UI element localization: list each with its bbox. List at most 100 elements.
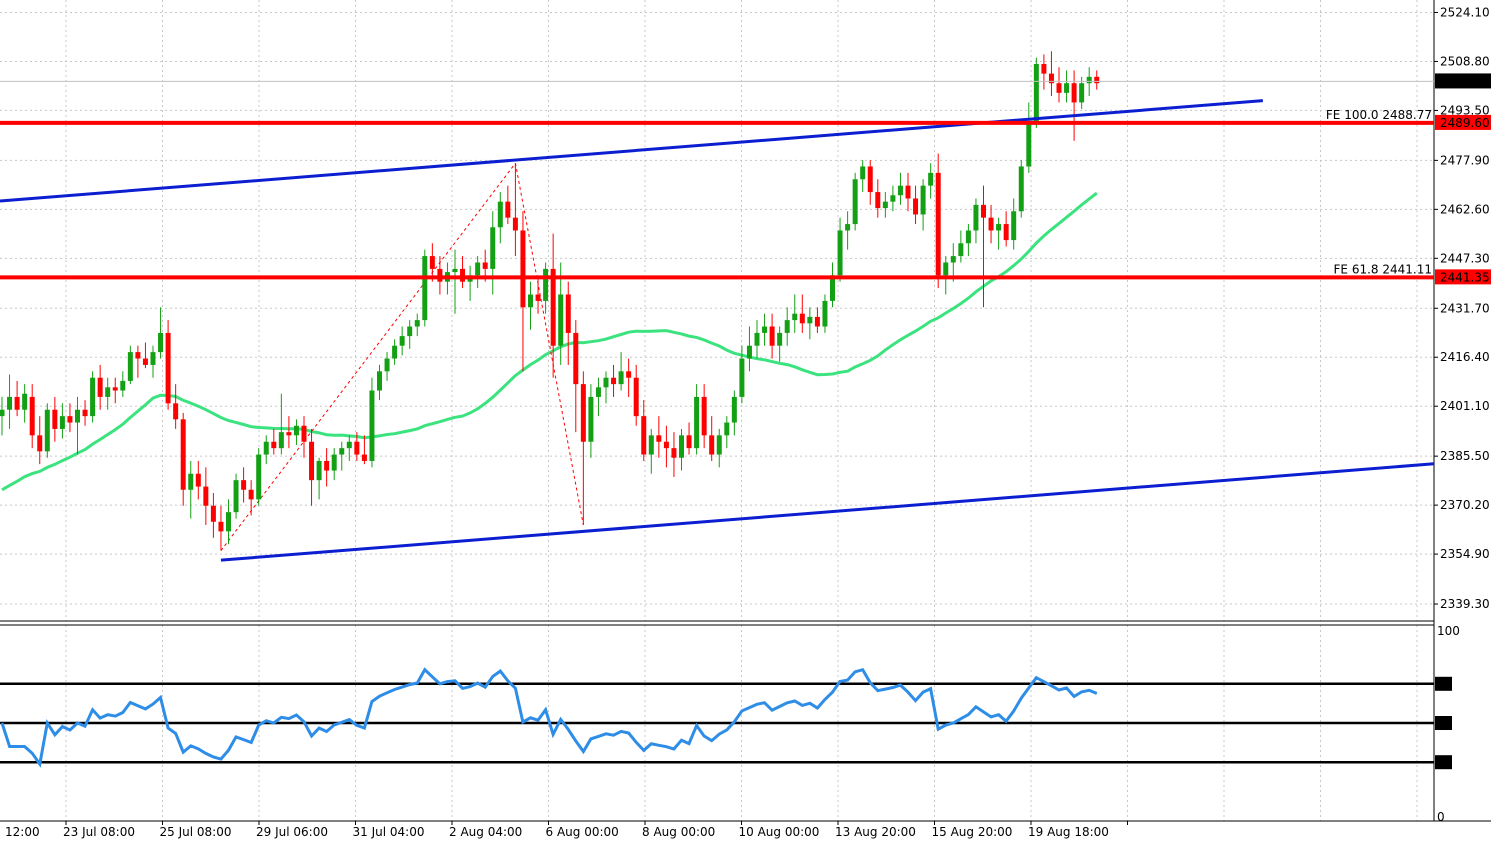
candle-body — [663, 441, 669, 449]
candle-body — [241, 480, 247, 490]
candle-body — [935, 172, 941, 276]
candle-body — [392, 345, 398, 359]
candle-body — [973, 204, 979, 231]
candle-body — [233, 480, 239, 513]
candle-body — [90, 377, 96, 417]
candle-body — [407, 326, 413, 337]
candle-body — [641, 416, 647, 455]
candle-body — [543, 268, 549, 301]
candle-body — [996, 224, 1002, 231]
price-tick-label: 2354.90 — [1440, 547, 1490, 561]
candle-body — [324, 460, 330, 471]
candle-body — [188, 473, 194, 490]
time-tick-label: 6 Aug 00:00 — [546, 825, 619, 839]
price-tick-label: 2401.10 — [1440, 399, 1490, 413]
fe-level-label: FE 100.0 2488.77 — [1326, 108, 1432, 122]
chart-background — [0, 0, 1491, 846]
candle-body — [309, 441, 315, 481]
candle-body — [709, 435, 715, 455]
candle-body — [422, 256, 428, 321]
candle-body — [256, 454, 262, 500]
candle-body — [528, 294, 533, 308]
candle-body — [452, 268, 458, 273]
candle-body — [588, 396, 594, 442]
candle-body — [1026, 121, 1032, 167]
candle-body — [135, 352, 141, 359]
candle-body — [1064, 83, 1070, 93]
candle-body — [965, 230, 971, 244]
candle-body — [686, 435, 692, 449]
price-tick-label: 2416.40 — [1440, 350, 1490, 364]
candle-body — [22, 393, 28, 410]
candle-body — [278, 432, 284, 449]
candle-body — [482, 262, 488, 269]
candle-body — [1003, 224, 1009, 241]
candle-body — [671, 448, 677, 458]
candle-body — [1011, 211, 1017, 241]
candle-body — [784, 320, 790, 333]
candle-body — [14, 396, 20, 410]
candle-body — [943, 262, 949, 276]
candle-body — [897, 185, 903, 196]
price-tick-label: 2447.30 — [1440, 251, 1490, 265]
candle-body — [346, 441, 352, 449]
candle-body — [603, 377, 609, 388]
time-tick-label: 8 Aug 00:00 — [642, 825, 715, 839]
candle-body — [1071, 83, 1077, 103]
candle-body — [120, 380, 126, 391]
time-tick-label: 15 Aug 20:00 — [932, 825, 1013, 839]
candle-body — [384, 358, 390, 372]
candle-body — [648, 435, 654, 455]
candle-body — [701, 396, 707, 436]
rsi-tick-label: 30 — [1437, 755, 1452, 769]
candle-body — [414, 320, 420, 327]
candle-body — [981, 204, 986, 218]
candle-body — [580, 384, 586, 442]
price-tick-label: 2477.90 — [1440, 153, 1490, 167]
fe-level-tag: 2441.35 — [1440, 270, 1490, 284]
candle-body — [716, 435, 722, 455]
fe-level-tag: 2489.60 — [1440, 116, 1490, 130]
candle-body — [814, 316, 820, 327]
candle-body — [799, 313, 805, 324]
candle-body — [203, 486, 209, 506]
candle-body — [520, 230, 526, 308]
time-tick-label: 31 Jul 04:00 — [353, 825, 425, 839]
time-tick-label: 23 Jul 08:00 — [63, 825, 135, 839]
candle-body — [0, 409, 5, 417]
candle-body — [218, 521, 224, 532]
candle-body — [377, 371, 382, 391]
candle-body — [867, 166, 873, 193]
candle-body — [75, 409, 80, 423]
candle-body — [565, 294, 571, 333]
candle-body — [271, 441, 277, 449]
candle-body — [882, 201, 888, 209]
price-chart[interactable]: FE 100.0 2488.77 2489.60 FE 61.8 2441.11 24… — [0, 0, 1491, 846]
time-tick-label: 25 Jul 08:00 — [160, 825, 232, 839]
candle-body — [331, 454, 337, 471]
candle-body — [777, 332, 783, 346]
candle-body — [142, 358, 148, 365]
candle-body — [173, 403, 179, 420]
candle-body — [248, 489, 254, 500]
candle-body — [165, 332, 171, 404]
candle-body — [67, 416, 73, 423]
candle-body — [37, 435, 43, 452]
candle-body — [890, 195, 896, 202]
candle-body — [97, 377, 103, 397]
candle-body — [988, 217, 994, 231]
candle-body — [490, 227, 496, 269]
price-tick-label: 2339.30 — [1440, 597, 1490, 611]
candle-body — [1094, 76, 1100, 84]
price-tick-label: 2462.60 — [1440, 202, 1490, 216]
candle-body — [694, 396, 700, 449]
candle-body — [7, 396, 13, 410]
candle-body — [595, 387, 601, 397]
candle-body — [679, 435, 684, 458]
candle-body — [746, 345, 752, 359]
time-tick-label: 19 Aug 18:00 — [1028, 825, 1109, 839]
candle-body — [535, 294, 541, 301]
candle-body — [52, 409, 58, 429]
candle-body — [724, 422, 730, 436]
candle-body — [112, 387, 118, 391]
